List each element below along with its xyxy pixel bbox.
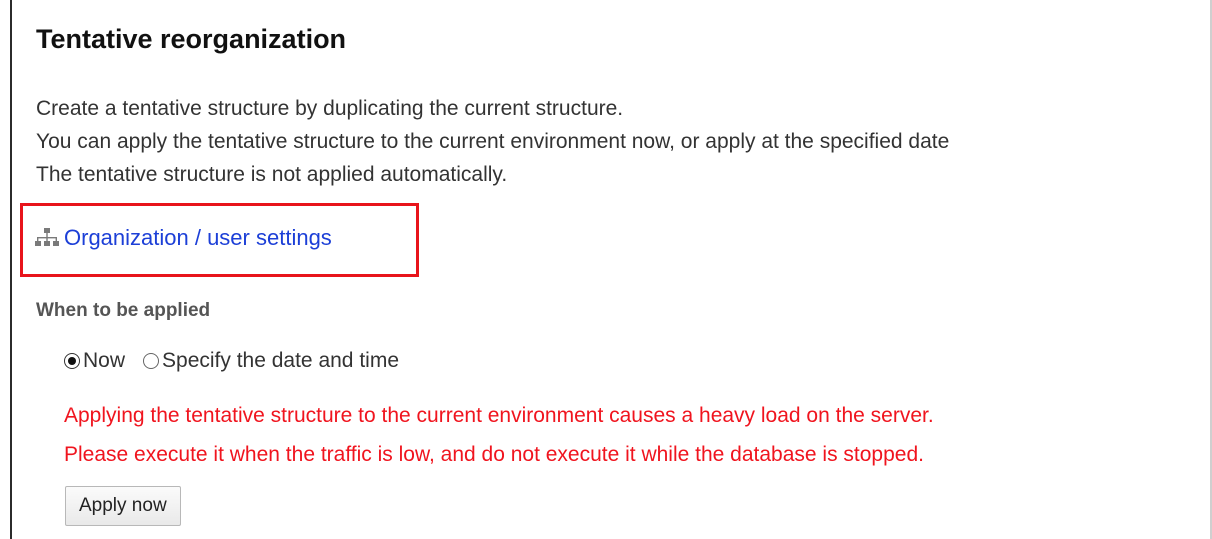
warning-message: Applying the tentative structure to the … bbox=[64, 396, 934, 474]
description: Create a tentative structure by duplicat… bbox=[36, 92, 949, 191]
radio-now-circle[interactable] bbox=[64, 353, 80, 369]
org-settings-link-row[interactable]: Organization / user settings bbox=[34, 225, 332, 251]
org-settings-link[interactable]: Organization / user settings bbox=[64, 225, 332, 251]
reorganization-panel: Tentative reorganization Create a tentat… bbox=[10, 0, 1212, 539]
description-line: Create a tentative structure by duplicat… bbox=[36, 97, 624, 120]
radio-specify-datetime[interactable]: Specify the date and time bbox=[143, 349, 399, 373]
apply-now-button[interactable]: Apply now bbox=[65, 486, 181, 526]
radio-specify-datetime-circle[interactable] bbox=[143, 353, 160, 369]
warning-line: Applying the tentative structure to the … bbox=[64, 404, 934, 427]
description-line: The tentative structure is not applied a… bbox=[36, 163, 508, 186]
radio-specify-datetime-label: Specify the date and time bbox=[162, 349, 399, 372]
description-line: You can apply the tentative structure to… bbox=[36, 130, 950, 153]
when-applied-label: When to be applied bbox=[36, 300, 211, 321]
org-chart-icon bbox=[35, 228, 59, 246]
page-title: Tentative reorganization bbox=[36, 24, 347, 54]
radio-now-label: Now bbox=[83, 349, 126, 372]
radio-now[interactable]: Now bbox=[64, 349, 125, 373]
warning-line: Please execute it when the traffic is lo… bbox=[64, 443, 924, 466]
when-applied-radio-group: Now Specify the date and time bbox=[64, 349, 417, 373]
